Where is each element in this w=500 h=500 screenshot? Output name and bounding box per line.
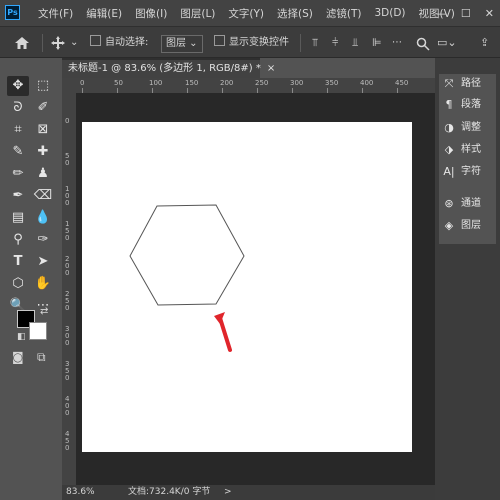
panel-label: 图层 <box>461 220 481 231</box>
panel-adjustments[interactable]: ◑ 调整 <box>443 118 481 138</box>
status-arrow[interactable]: > <box>224 485 232 500</box>
panel-paragraph[interactable]: ¶ 段落 <box>443 95 482 115</box>
layers-icon: ◈ <box>444 219 454 232</box>
panel-label: 段落 <box>461 99 481 110</box>
document-info: 文档:732.4K/0 字节 <box>128 487 211 497</box>
panel-label: 样式 <box>461 144 481 155</box>
paths-icon: ⤧ <box>444 77 454 90</box>
collapsed-panels: ⤧ 路径 ¶ 段落 ◑ 调整 ⬗ 样式 A| 字符 ⊛ 通道 ◈ 图层 <box>439 74 496 244</box>
panel-label: 通道 <box>461 198 481 209</box>
panel-label: 路径 <box>461 78 481 89</box>
channels-icon: ⊛ <box>444 197 454 210</box>
character-icon: A| <box>443 165 455 178</box>
panel-channels[interactable]: ⊛ 通道 <box>443 194 481 214</box>
status-bar: 83.6% 文档:732.4K/0 字节 > <box>62 485 435 500</box>
adjustments-icon: ◑ <box>444 121 454 134</box>
panel-paths[interactable]: ⤧ 路径 <box>443 74 481 94</box>
canvas-overlay <box>129 204 245 352</box>
panel-styles[interactable]: ⬗ 样式 <box>443 140 481 160</box>
hexagon-shape <box>129 204 245 306</box>
styles-icon: ⬗ <box>444 143 454 156</box>
panel-label: 字符 <box>461 166 481 177</box>
paragraph-icon: ¶ <box>445 98 453 111</box>
panel-character[interactable]: A| 字符 <box>443 162 481 182</box>
zoom-level[interactable]: 83.6% <box>66 485 95 500</box>
panel-label: 调整 <box>461 122 481 133</box>
arrow-shaft <box>218 316 232 352</box>
red-arrow-annotation <box>214 312 232 352</box>
panel-layers[interactable]: ◈ 图层 <box>443 216 481 236</box>
